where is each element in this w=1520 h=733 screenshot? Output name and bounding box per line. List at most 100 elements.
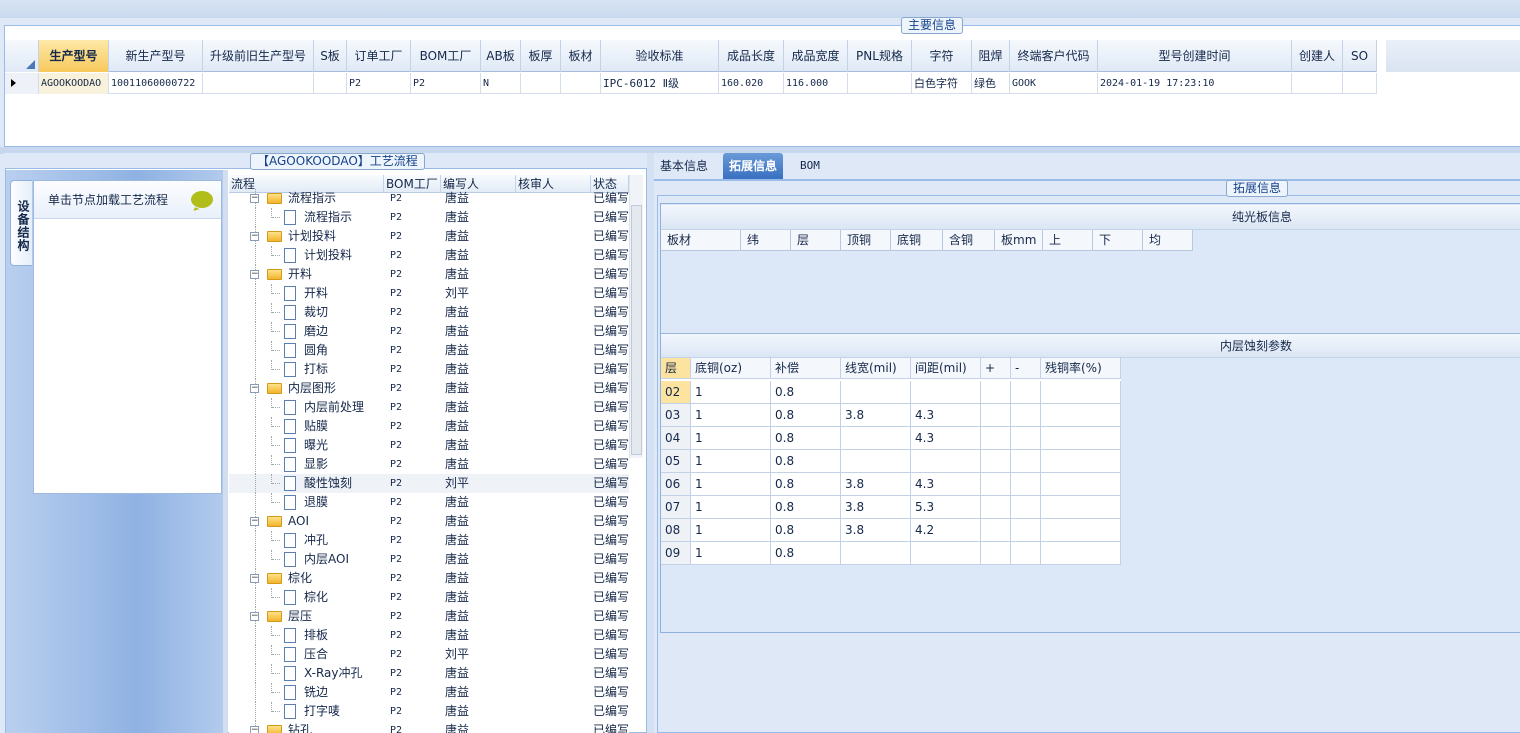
tree-node[interactable]: − 内层图形 P2 唐益 已编写 [229, 379, 629, 398]
etch-cell[interactable]: 1 [691, 404, 771, 427]
grid-cell[interactable] [848, 73, 912, 94]
bare-board-col[interactable]: 板材 [661, 230, 741, 251]
etch-cell[interactable]: 0.8 [771, 381, 841, 404]
etch-cell[interactable] [1041, 542, 1121, 565]
tree-scrollbar[interactable] [629, 175, 643, 458]
grid-header-col[interactable]: 成品长度 [719, 40, 784, 72]
tab-basic-info[interactable]: 基本信息 [654, 153, 714, 179]
grid-header-col[interactable]: SO [1343, 40, 1377, 72]
etch-cell[interactable] [841, 427, 911, 450]
etch-cell[interactable] [1041, 450, 1121, 473]
grid-cell[interactable]: IPC-6012 Ⅱ级 [601, 73, 719, 94]
grid-cell[interactable] [561, 73, 601, 94]
tree-node[interactable]: − 棕化 P2 唐益 已编写 [229, 569, 629, 588]
etch-cell[interactable]: 3.8 [841, 496, 911, 519]
etch-cell[interactable] [981, 496, 1011, 519]
etch-cell[interactable]: 04 [661, 427, 691, 450]
etch-cell[interactable] [1011, 496, 1041, 519]
bare-board-col[interactable]: 底铜 [891, 230, 943, 251]
grid-cell[interactable]: 160.020 [719, 73, 784, 94]
etch-cell[interactable]: 1 [691, 542, 771, 565]
etch-cell[interactable]: 03 [661, 404, 691, 427]
grid-cell[interactable]: 2024-01-19 17:23:10 [1098, 73, 1292, 94]
grid-cell[interactable]: 白色字符 [912, 73, 972, 94]
etch-cell[interactable]: 0.8 [771, 542, 841, 565]
etch-cell[interactable]: 1 [691, 427, 771, 450]
grid-header-col[interactable]: 阻焊 [972, 40, 1010, 72]
bare-board-col[interactable]: 板mm [995, 230, 1043, 251]
etch-cell[interactable]: 3.8 [841, 473, 911, 496]
tree-node[interactable]: 曝光 P2 唐益 已编写 [229, 436, 629, 455]
collapse-icon[interactable]: − [250, 384, 259, 393]
etch-cell[interactable] [1011, 381, 1041, 404]
grid-cell[interactable]: N [481, 73, 521, 94]
tree-node[interactable]: 退膜 P2 唐益 已编写 [229, 493, 629, 512]
grid-header-col[interactable]: 终端客户代码 [1010, 40, 1098, 72]
tree-node[interactable]: 磨边 P2 唐益 已编写 [229, 322, 629, 341]
tree-node[interactable]: 圆角 P2 唐益 已编写 [229, 341, 629, 360]
etch-row[interactable]: 03 1 0.8 3.8 4.3 [661, 404, 1121, 427]
etch-cell[interactable] [1041, 404, 1121, 427]
etch-cell[interactable] [1041, 427, 1121, 450]
grid-cell[interactable]: 10011060000722 [109, 73, 203, 94]
vertical-splitter[interactable] [647, 153, 654, 733]
etch-cell[interactable] [911, 450, 981, 473]
etch-cell[interactable]: 1 [691, 381, 771, 404]
tree-node[interactable]: 铣边 P2 唐益 已编写 [229, 683, 629, 702]
etch-cell[interactable] [981, 473, 1011, 496]
grid-cell[interactable] [521, 73, 561, 94]
main-grid-row[interactable]: AGOOKOODAO 10011060000722 P2 P2 N IPC-6012 Ⅱ级… [5, 73, 1377, 94]
etch-row[interactable]: 09 1 0.8 [661, 542, 1121, 565]
grid-header-col[interactable]: 创建人 [1292, 40, 1343, 72]
etch-cell[interactable] [981, 381, 1011, 404]
tree-node[interactable]: − AOI P2 唐益 已编写 [229, 512, 629, 531]
grid-cell[interactable] [1343, 73, 1377, 94]
etch-cell[interactable] [841, 450, 911, 473]
grid-cell[interactable] [1292, 73, 1343, 94]
grid-header-col[interactable]: 型号创建时间 [1098, 40, 1292, 72]
tab-extended-info[interactable]: 拓展信息 [723, 153, 784, 179]
etch-header-col[interactable]: 线宽(mil) [841, 358, 911, 379]
tree-node[interactable]: 排板 P2 唐益 已编写 [229, 626, 629, 645]
etch-cell[interactable] [1011, 427, 1041, 450]
collapse-icon[interactable]: − [250, 574, 259, 583]
etch-row[interactable]: 02 1 0.8 [661, 381, 1121, 404]
tree-node[interactable]: 计划投料 P2 唐益 已编写 [229, 246, 629, 265]
etch-cell[interactable]: 1 [691, 450, 771, 473]
collapse-icon[interactable]: − [250, 232, 259, 241]
etch-cell[interactable]: 3.8 [841, 404, 911, 427]
etch-cell[interactable] [1041, 381, 1121, 404]
etch-header-col[interactable]: + [981, 358, 1011, 379]
etch-cell[interactable] [981, 519, 1011, 542]
etch-cell[interactable] [841, 542, 911, 565]
etch-cell[interactable] [1011, 404, 1041, 427]
grid-header-col[interactable]: BOM工厂 [411, 40, 481, 72]
tree-node[interactable]: 贴膜 P2 唐益 已编写 [229, 417, 629, 436]
etch-cell[interactable] [1011, 473, 1041, 496]
bare-board-col[interactable]: 下 [1093, 230, 1143, 251]
etch-header-col[interactable]: 补偿 [771, 358, 841, 379]
grid-header-col[interactable]: 成品宽度 [784, 40, 848, 72]
collapse-icon[interactable]: − [250, 270, 259, 279]
etch-cell[interactable]: 0.8 [771, 404, 841, 427]
etch-header-col[interactable]: 间距(mil) [911, 358, 981, 379]
bare-board-col[interactable]: 上 [1043, 230, 1093, 251]
tree-node[interactable]: 开料 P2 刘平 已编写 [229, 284, 629, 303]
etch-cell[interactable]: 06 [661, 473, 691, 496]
side-tab-device-structure[interactable]: 设备结构 [10, 180, 32, 266]
etch-cell[interactable]: 4.3 [911, 473, 981, 496]
tree-node[interactable]: 冲孔 P2 唐益 已编写 [229, 531, 629, 550]
etch-cell[interactable] [1011, 542, 1041, 565]
grid-header-col[interactable]: S板 [314, 40, 347, 72]
collapse-icon[interactable]: − [250, 517, 259, 526]
etch-cell[interactable]: 05 [661, 450, 691, 473]
etch-row[interactable]: 04 1 0.8 4.3 [661, 427, 1121, 450]
etch-cell[interactable] [1041, 473, 1121, 496]
tree-node[interactable]: 酸性蚀刻 P2 刘平 已编写 [229, 474, 629, 493]
grid-cell[interactable] [203, 73, 314, 94]
grid-header-col[interactable]: 板厚 [521, 40, 561, 72]
tree-node[interactable]: 棕化 P2 唐益 已编写 [229, 588, 629, 607]
tree-node[interactable]: − 流程指示 P2 唐益 已编写 [229, 189, 629, 208]
grid-cell[interactable]: 绿色 [972, 73, 1010, 94]
etch-cell[interactable] [911, 542, 981, 565]
